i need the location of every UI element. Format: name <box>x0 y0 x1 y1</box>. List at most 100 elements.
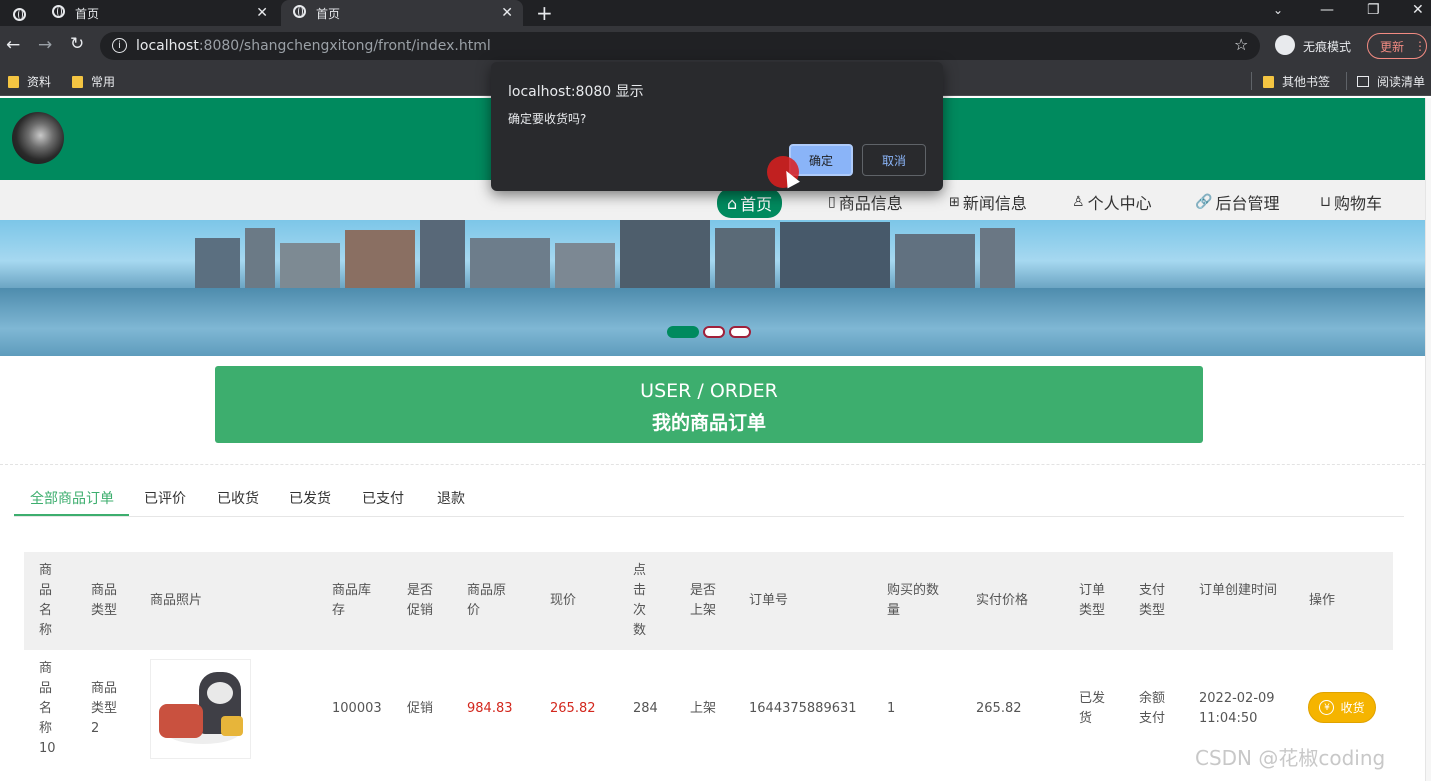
nav-admin[interactable]: 🔗 后台管理 <box>1195 190 1279 214</box>
carousel-dot[interactable] <box>703 326 725 338</box>
nav-products-label: 商品信息 <box>838 194 903 213</box>
bookmark-folder[interactable]: 资料 <box>8 73 51 90</box>
col-created: 订单创建时间 <box>1199 583 1278 598</box>
tab-received[interactable]: 已收货 <box>217 488 259 508</box>
cell-orig-price: 984.83 <box>467 701 513 716</box>
col-orig-price: 商品原价 <box>467 583 507 618</box>
cell-stock: 100003 <box>332 701 382 716</box>
reading-list[interactable]: 阅读清单 <box>1357 73 1425 90</box>
bookmark-label: 资料 <box>27 75 52 89</box>
bookmark-star-icon[interactable]: ☆ <box>1234 35 1248 54</box>
cell-created: 2022-02-09 11:04:50 <box>1199 691 1275 726</box>
cell-name: 商品名称10 <box>39 661 56 756</box>
nav-products[interactable]: ▯ 商品信息 <box>828 190 903 214</box>
tab-reviewed[interactable]: 已评价 <box>144 488 186 508</box>
cell-promo: 促销 <box>407 701 434 716</box>
page-title-en: USER / ORDER <box>640 380 778 402</box>
restore-icon[interactable]: ❐ <box>1367 2 1380 18</box>
more-icon: ⋮ <box>1414 39 1426 53</box>
col-paid: 实付价格 <box>976 593 1029 608</box>
tab-shipped[interactable]: 已发货 <box>289 488 331 508</box>
bookmark-label: 常用 <box>91 75 116 89</box>
carousel-dot-active[interactable] <box>667 326 699 338</box>
folder-icon <box>1263 75 1274 88</box>
globe-icon <box>52 5 65 21</box>
cell-quantity: 1 <box>887 701 896 716</box>
forward-icon[interactable]: → <box>38 35 52 55</box>
cell-type: 商品类型2 <box>91 681 118 736</box>
nav-cart-label: 购物车 <box>1333 194 1382 213</box>
cell-pay-type: 余额支付 <box>1139 691 1166 726</box>
col-name: 商品名称 <box>39 563 53 638</box>
other-bookmarks[interactable]: 其他书签 <box>1263 73 1330 90</box>
gift-icon: ⊞ <box>949 194 960 210</box>
update-label: 更新 <box>1380 39 1405 54</box>
cell-clicks: 284 <box>633 701 658 716</box>
back-icon[interactable]: ← <box>6 35 20 55</box>
folder-icon <box>72 75 83 88</box>
watermark: CSDN @花椒coding <box>1195 746 1386 770</box>
cell-on-shelf: 上架 <box>690 701 717 716</box>
col-pay-type: 支付类型 <box>1139 583 1166 618</box>
reading-list-label: 阅读清单 <box>1377 75 1426 89</box>
new-tab-icon[interactable]: + <box>536 1 553 25</box>
reload-icon[interactable]: ↻ <box>70 34 84 54</box>
url-text: localhost:8080/shangchengxitong/front/in… <box>136 38 491 54</box>
nav-news[interactable]: ⊞ 新闻信息 <box>949 190 1027 214</box>
divider <box>1346 72 1347 90</box>
confirm-receipt-button[interactable]: ¥ 收货 <box>1308 692 1376 723</box>
cell-order-type: 已发货 <box>1079 691 1106 726</box>
browser-tab-active[interactable]: 首页 ✕ <box>281 0 523 26</box>
orders-table: 商品名称 商品类型 商品照片 商品库存 是否促销 商品原价 现价 点击次数 是否… <box>24 552 1393 770</box>
nav-news-label: 新闻信息 <box>962 194 1027 213</box>
page-title: 我的商品订单 <box>651 412 766 434</box>
tab-title: 首页 <box>75 6 100 21</box>
cell-price: 265.82 <box>550 701 596 716</box>
product-photo[interactable] <box>150 659 251 759</box>
page-title-box: USER / ORDER 我的商品订单 <box>215 366 1203 443</box>
bookmark-folder[interactable]: 常用 <box>72 73 115 90</box>
other-bookmarks-label: 其他书签 <box>1282 75 1331 89</box>
nav-profile[interactable]: ♙ 个人中心 <box>1072 190 1152 214</box>
carousel-dot[interactable] <box>729 326 751 338</box>
browser-tab[interactable]: 首页 ✕ <box>40 0 278 26</box>
tab-all-orders[interactable]: 全部商品订单 <box>30 488 114 508</box>
close-icon[interactable]: ✕ <box>501 5 513 21</box>
close-icon[interactable]: ✕ <box>256 5 268 21</box>
nav-home[interactable]: ⌂ 首页 <box>717 188 783 218</box>
document-icon: ▯ <box>828 194 836 210</box>
banner-carousel <box>0 220 1425 356</box>
confirm-dialog: localhost:8080 显示 确定要收货吗? 确定 取消 <box>491 62 943 191</box>
cell-order-no: 1644375889631 <box>749 701 857 716</box>
reading-list-icon <box>1357 76 1369 87</box>
col-photo: 商品照片 <box>150 593 203 608</box>
col-price: 现价 <box>550 593 577 608</box>
divider <box>0 464 1425 465</box>
col-on-shelf: 是否上架 <box>690 583 717 618</box>
home-icon: ⌂ <box>727 193 738 213</box>
confirm-receipt-label: 收货 <box>1340 701 1365 715</box>
site-logo[interactable] <box>12 112 64 164</box>
user-icon: ♙ <box>1072 194 1085 210</box>
browser-menu-icon[interactable] <box>13 6 26 25</box>
nav-cart[interactable]: ⊔ 购物车 <box>1320 190 1382 214</box>
incognito-icon <box>1275 35 1295 55</box>
table-row: 商品名称10 商品类型2 100003 促销 984.83 265.82 284… <box>24 650 1393 770</box>
omnibox[interactable]: i localhost:8080/shangchengxitong/front/… <box>100 32 1260 60</box>
col-clicks: 点击次数 <box>633 563 647 638</box>
browser-tab-bar: 首页 ✕ 首页 ✕ + ⌄ — ❐ ✕ <box>0 0 1431 26</box>
info-icon[interactable]: i <box>112 38 127 53</box>
tab-refund[interactable]: 退款 <box>437 488 465 508</box>
folder-icon <box>8 75 19 88</box>
cart-icon: ⊔ <box>1320 194 1331 210</box>
tab-search-icon[interactable]: ⌄ <box>1273 3 1283 17</box>
col-quantity: 购买的数量 <box>887 583 940 618</box>
dialog-message: 确定要收货吗? <box>508 112 587 126</box>
tab-paid[interactable]: 已支付 <box>362 488 404 508</box>
update-button[interactable]: 更新 ⋮ <box>1367 33 1427 59</box>
nav-admin-label: 后台管理 <box>1215 194 1280 213</box>
minimize-icon[interactable]: — <box>1320 2 1334 18</box>
page-scrollbar[interactable] <box>1425 98 1431 781</box>
window-close-icon[interactable]: ✕ <box>1412 2 1424 18</box>
dialog-cancel-button[interactable]: 取消 <box>862 144 926 176</box>
